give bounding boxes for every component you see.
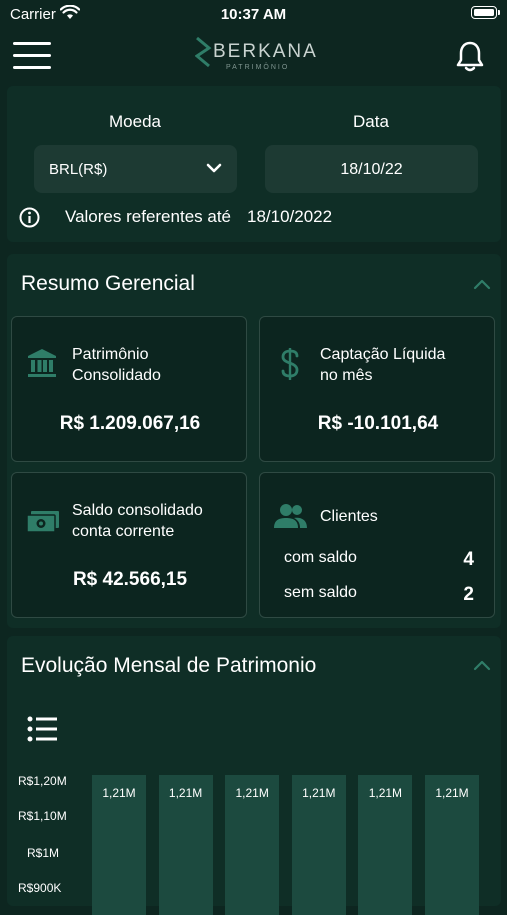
menu-icon[interactable] [13, 42, 51, 70]
chevron-down-icon [206, 163, 222, 173]
dollar-icon [281, 348, 299, 380]
bar-data-label: 1,21M [368, 786, 403, 800]
date-label: Data [353, 112, 389, 131]
patrimonio-title: Patrimônio Consolidado [72, 346, 161, 384]
bank-icon [28, 349, 56, 377]
y-tick-label: R$1M [27, 846, 60, 860]
clientes-tile[interactable]: Clientes com saldo 4 sem saldo 2 [259, 472, 495, 618]
list-icon[interactable] [27, 716, 57, 742]
filters-card: Moeda Data BRL(R$) 18/10/22 Valores refe… [7, 86, 501, 242]
chart-bar[interactable]: 1,21M [92, 775, 146, 915]
patrimonio-tile[interactable]: Patrimônio Consolidado R$ 1.209.067,16 [11, 316, 247, 462]
currency-select-value: BRL(R$) [49, 161, 108, 178]
chart-bar[interactable]: 1,21M [158, 775, 213, 915]
chart-bar[interactable]: 1,21M [425, 775, 479, 915]
clientes-title: Clientes [320, 508, 378, 525]
y-tick-label: R$900K [18, 881, 62, 895]
top-navigation-bar: BERKANA PATRIMÔNIO [0, 28, 507, 84]
chart-bar[interactable]: 1,21M [291, 775, 346, 915]
bar-data-label: 1,21M [302, 786, 336, 800]
bar-data-label: 1,21M [235, 786, 269, 800]
people-icon [274, 504, 307, 528]
summary-card: Resumo Gerencial Patrimônio Consolidado … [7, 254, 501, 628]
bar-data-label: 1,21M [435, 786, 469, 800]
saldo-tile[interactable]: Saldo consolidado conta corrente R$ 42.5… [11, 472, 247, 618]
clientes-row-com-saldo: com saldo 4 [284, 549, 474, 570]
chart-bar[interactable]: 1,21M [358, 775, 413, 915]
summary-title: Resumo Gerencial [21, 272, 195, 295]
y-tick-label: R$1,20M [18, 774, 67, 788]
info-text: Valores referentes até [65, 207, 231, 226]
date-field-value: 18/10/22 [340, 161, 403, 178]
notifications-bell-icon[interactable] [455, 40, 485, 77]
chart-bar[interactable]: 1,21M [225, 775, 280, 915]
status-bar: Carrier 10:37 AM [0, 0, 507, 28]
evolution-card: Evolução Mensal de Patrimonio R$1,20M R$… [7, 636, 501, 915]
info-date: 18/10/2022 [247, 207, 333, 226]
info-icon [19, 207, 40, 228]
battery-icon [471, 6, 500, 19]
y-tick-label: R$1,10M [18, 809, 67, 823]
logo-mark-icon [195, 36, 212, 68]
date-field[interactable]: 18/10/22 [265, 145, 478, 193]
chevron-up-icon[interactable] [473, 660, 491, 671]
berkana-logo: BERKANA PATRIMÔNIO [195, 36, 318, 74]
saldo-title: Saldo consolidado conta corrente [72, 502, 203, 540]
patrimonio-value: R$ 1.209.067,16 [59, 413, 201, 434]
evolution-title: Evolução Mensal de Patrimonio [21, 654, 317, 677]
captacao-value: R$ -10.101,64 [317, 413, 439, 434]
clientes-row-sem-saldo: sem saldo 2 [284, 584, 474, 605]
captacao-title: Captação Líquida no mês [320, 346, 446, 384]
currency-select[interactable]: BRL(R$) [34, 145, 237, 193]
captacao-tile[interactable]: Captação Líquida no mês R$ -10.101,64 [259, 316, 495, 462]
logo-subtitle: PATRIMÔNIO [226, 64, 290, 71]
saldo-value: R$ 42.566,15 [72, 569, 188, 590]
bar-data-label: 1,21M [102, 786, 136, 800]
chevron-up-icon[interactable] [473, 279, 491, 290]
currency-label: Moeda [109, 112, 161, 131]
bar-data-label: 1,21M [168, 786, 203, 800]
logo-wordmark: BERKANA [213, 41, 318, 62]
clock: 10:37 AM [220, 6, 287, 23]
cash-icon [26, 511, 59, 533]
